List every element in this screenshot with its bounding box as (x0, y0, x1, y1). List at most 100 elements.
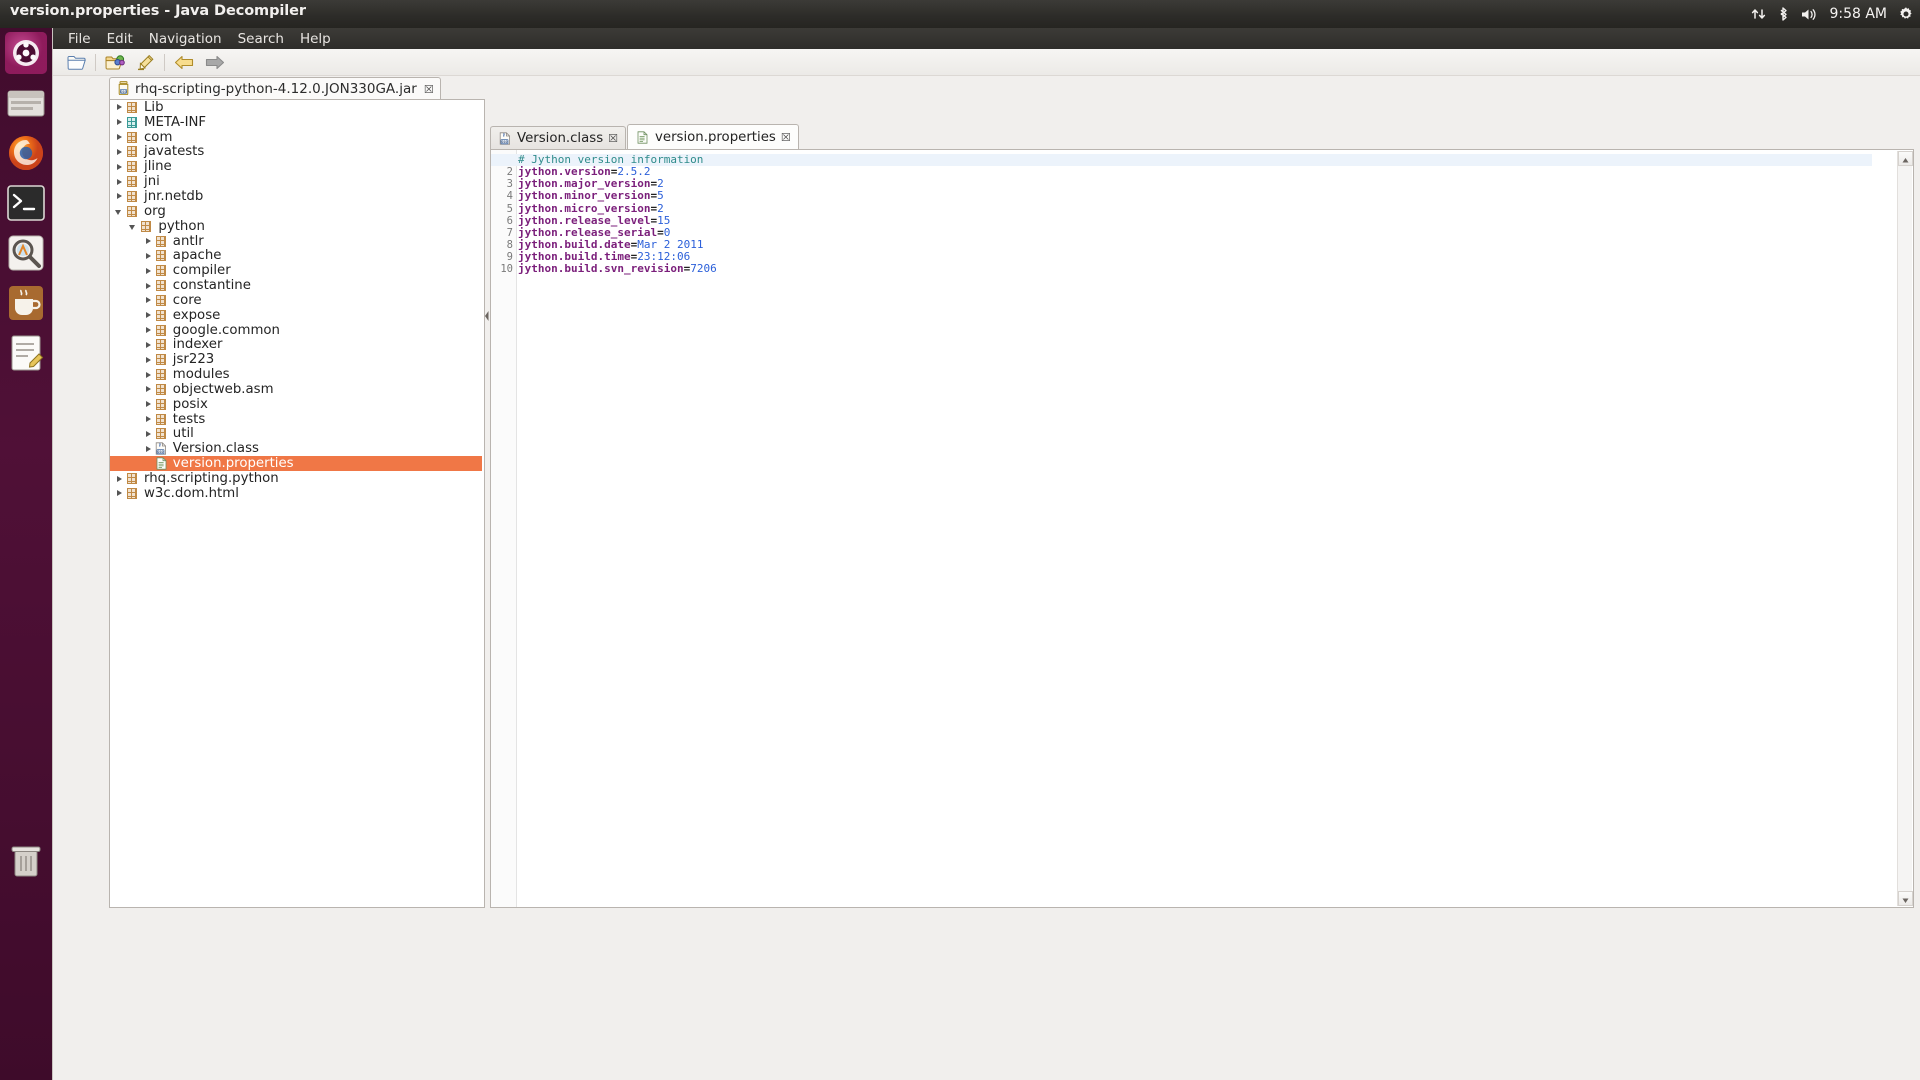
tree-node-expose[interactable]: expose (110, 308, 484, 323)
open-file-icon[interactable] (61, 50, 91, 74)
chevron-right-icon[interactable] (114, 191, 125, 202)
menu-edit[interactable]: Edit (99, 30, 141, 48)
chevron-right-icon[interactable] (143, 310, 154, 321)
package-tree-panel[interactable]: Lib META-INF com javatests jline jni jnr.netdb… (109, 99, 485, 908)
gear-icon[interactable] (1898, 6, 1914, 22)
menu-search[interactable]: Search (230, 30, 292, 48)
ubuntu-dash-icon[interactable] (5, 32, 47, 74)
scroll-down-button[interactable] (1898, 891, 1913, 906)
chevron-right-icon[interactable] (143, 414, 154, 425)
chevron-right-icon[interactable] (114, 488, 125, 499)
system-clock[interactable]: 9:58 AM (1829, 6, 1887, 22)
tree-node-antlr[interactable]: antlr (110, 234, 484, 249)
code-content[interactable]: # Jython version information jython.versi… (491, 150, 1897, 907)
chevron-right-icon[interactable] (143, 236, 154, 247)
chevron-right-icon[interactable] (143, 369, 154, 380)
scroll-up-button[interactable] (1898, 151, 1913, 166)
tree-node-util[interactable]: util (110, 426, 484, 441)
open-type-icon[interactable] (100, 50, 130, 74)
chevron-right-icon[interactable] (114, 176, 125, 187)
tree-node-label: posix (172, 396, 208, 412)
chevron-right-icon[interactable] (143, 339, 154, 350)
package-icon (127, 146, 137, 158)
editor-tab-version-properties[interactable]: version.properties ☒ (627, 124, 799, 150)
volume-icon[interactable] (1800, 7, 1818, 22)
svg-text:010: 010 (120, 89, 126, 93)
code-line[interactable]: # Jython version information (491, 153, 1872, 167)
tree-node-org[interactable]: org (110, 204, 484, 219)
tree-node-core[interactable]: core (110, 293, 484, 308)
editor-tab-icon (635, 131, 650, 144)
package-tree[interactable]: Lib META-INF com javatests jline jni jnr.netdb… (110, 100, 484, 907)
chevron-down-icon[interactable] (114, 206, 125, 217)
firefox-icon[interactable] (5, 132, 47, 174)
tree-node-jline[interactable]: jline (110, 159, 484, 174)
tree-node-jsr223[interactable]: jsr223 (110, 352, 484, 367)
menu-navigation[interactable]: Navigation (141, 30, 230, 48)
chevron-right-icon[interactable] (114, 117, 125, 128)
tree-node-meta-inf[interactable]: META-INF (110, 115, 484, 130)
tree-node-version-properties[interactable]: version.properties (110, 456, 482, 471)
tree-node-w3c-dom-html[interactable]: w3c.dom.html (110, 486, 484, 501)
chevron-right-icon[interactable] (114, 102, 125, 113)
editor-area: 010Version.class☒version.properties☒ 123… (490, 124, 1914, 908)
tree-node-constantine[interactable]: constantine (110, 278, 484, 293)
software-center-icon[interactable] (5, 232, 47, 274)
text-editor-icon[interactable] (5, 332, 47, 374)
source-editor[interactable]: 12345678910 # Jython version information… (490, 149, 1914, 908)
chevron-right-icon[interactable] (143, 443, 154, 454)
java-icon[interactable] (5, 282, 47, 324)
tree-node-com[interactable]: com (110, 130, 484, 145)
forward-arrow-icon[interactable] (199, 50, 229, 74)
back-arrow-icon[interactable] (169, 50, 199, 74)
chevron-right-icon[interactable] (143, 428, 154, 439)
menu-help[interactable]: Help (292, 30, 339, 48)
terminal-icon[interactable] (5, 182, 47, 224)
editor-tab-close-icon[interactable]: ☒ (608, 132, 618, 145)
tree-node-tests[interactable]: tests (110, 412, 484, 427)
tree-node-google-common[interactable]: google.common (110, 323, 484, 338)
chevron-right-icon[interactable] (114, 146, 125, 157)
code-line[interactable]: jython.build.svn_revision=7206 (518, 263, 717, 275)
chevron-down-icon[interactable] (128, 221, 139, 232)
tree-node-version-class[interactable]: 010 Version.class (110, 441, 484, 456)
chevron-right-icon[interactable] (143, 250, 154, 261)
tree-node-indexer[interactable]: indexer (110, 337, 484, 352)
tree-node-jnr-netdb[interactable]: jnr.netdb (110, 189, 484, 204)
jar-tab[interactable]: 010 rhq-scripting-python-4.12.0.JON330GA… (109, 77, 441, 100)
tree-node-lib[interactable]: Lib (110, 100, 484, 115)
svg-text:010: 010 (502, 140, 508, 144)
highlight-icon[interactable] (130, 50, 160, 74)
tree-node-jni[interactable]: jni (110, 174, 484, 189)
menu-file[interactable]: File (60, 30, 99, 48)
trash-icon[interactable] (5, 840, 47, 882)
chevron-right-icon[interactable] (114, 161, 125, 172)
tree-node-posix[interactable]: posix (110, 397, 484, 412)
tree-node-python[interactable]: python (110, 219, 484, 234)
files-icon[interactable] (5, 82, 47, 124)
tree-node-icon (154, 457, 168, 470)
editor-tab-version-class[interactable]: 010 Version.class ☒ (490, 126, 627, 150)
editor-vertical-scrollbar[interactable] (1897, 151, 1913, 906)
chevron-right-icon[interactable] (143, 325, 154, 336)
property-key: jython.build.date (518, 238, 631, 252)
tree-node-apache[interactable]: apache (110, 248, 484, 263)
chevron-right-icon[interactable] (143, 399, 154, 410)
tree-node-modules[interactable]: modules (110, 367, 484, 382)
file-icon (637, 131, 648, 144)
chevron-right-icon[interactable] (143, 280, 154, 291)
tree-node-objectweb-asm[interactable]: objectweb.asm (110, 382, 484, 397)
network-updown-icon[interactable] (1751, 7, 1767, 21)
jar-tab-close-icon[interactable]: ☒ (424, 83, 434, 96)
chevron-right-icon[interactable] (143, 384, 154, 395)
chevron-right-icon[interactable] (143, 265, 154, 276)
chevron-right-icon[interactable] (143, 295, 154, 306)
bluetooth-icon[interactable] (1778, 6, 1789, 22)
chevron-right-icon[interactable] (114, 132, 125, 143)
tree-node-compiler[interactable]: compiler (110, 263, 484, 278)
editor-tab-close-icon[interactable]: ☒ (781, 131, 791, 144)
tree-node-javatests[interactable]: javatests (110, 144, 484, 159)
chevron-right-icon[interactable] (143, 354, 154, 365)
chevron-right-icon[interactable] (114, 473, 125, 484)
tree-node-rhq-scripting-python[interactable]: rhq.scripting.python (110, 471, 484, 486)
